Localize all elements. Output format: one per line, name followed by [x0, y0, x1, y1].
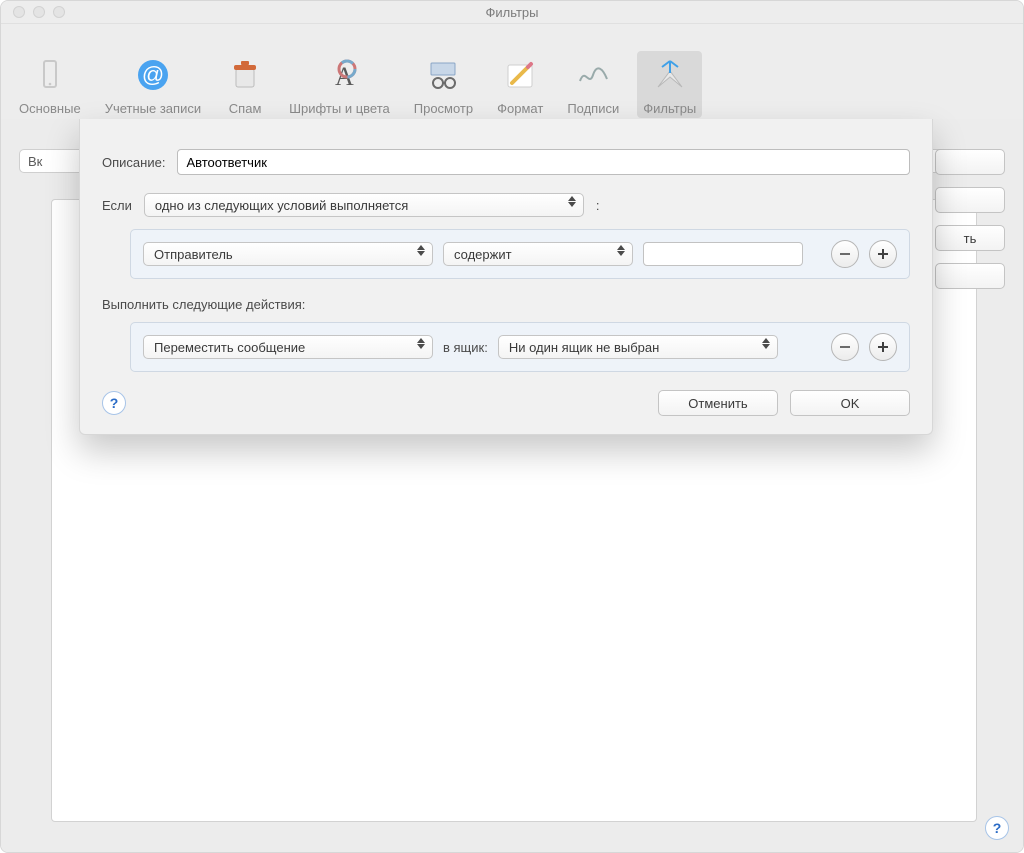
at-sign-icon: @ [133, 55, 173, 95]
toolbar-label: Шрифты и цвета [289, 101, 390, 116]
colon-label: : [596, 198, 600, 213]
cancel-label: Отменить [688, 396, 747, 411]
ok-button[interactable]: OK [790, 390, 910, 416]
iphone-icon [30, 55, 70, 95]
chevron-updown-icon [416, 338, 426, 349]
condition-operator-value: содержит [454, 247, 512, 262]
action-row: Переместить сообщение в ящик: Ни один ящ… [130, 322, 910, 372]
help-icon: ? [993, 820, 1002, 836]
toolbar-label: Подписи [567, 101, 619, 116]
condition-field-value: Отправитель [154, 247, 233, 262]
rule-edit-sheet: Описание: Если одно из следующих условий… [79, 119, 933, 435]
viewing-icon [423, 55, 463, 95]
bg-button-2[interactable] [935, 187, 1005, 213]
toolbar-tab-general[interactable]: Основные [13, 51, 87, 118]
toolbar-label: Формат [497, 101, 543, 116]
toolbar-label: Фильтры [643, 101, 696, 116]
toolbar-label: Спам [229, 101, 262, 116]
signature-icon [573, 55, 613, 95]
window-help-button[interactable]: ? [985, 816, 1009, 840]
toolbar-tab-viewing[interactable]: Просмотр [408, 51, 479, 118]
action-verb-select[interactable]: Переместить сообщение [143, 335, 433, 359]
toolbar-tab-composing[interactable]: Формат [491, 51, 549, 118]
peek-label: ть [964, 231, 977, 246]
peek-label [968, 269, 972, 284]
help-button[interactable]: ? [102, 391, 126, 415]
condition-value-input[interactable] [643, 242, 803, 266]
if-label: Если [102, 198, 132, 213]
minus-icon [839, 341, 851, 353]
cancel-button[interactable]: Отменить [658, 390, 778, 416]
description-input[interactable] [177, 149, 910, 175]
rules-icon [650, 55, 690, 95]
preferences-toolbar: Основные @ Учетные записи Спам A Шрифты … [1, 24, 1023, 125]
chevron-updown-icon [567, 196, 577, 207]
if-row: Если одно из следующих условий выполняет… [102, 193, 910, 217]
remove-action-button[interactable] [831, 333, 859, 361]
window-title: Фильтры [1, 5, 1023, 20]
help-icon: ? [110, 395, 119, 411]
action-verb-value: Переместить сообщение [154, 340, 305, 355]
titlebar: Фильтры [1, 1, 1023, 24]
chevron-updown-icon [761, 338, 771, 349]
description-label: Описание: [102, 155, 165, 170]
add-action-button[interactable] [869, 333, 897, 361]
toolbar-label: Просмотр [414, 101, 473, 116]
remove-condition-button[interactable] [831, 240, 859, 268]
bg-button-4[interactable] [935, 263, 1005, 289]
actions-label: Выполнить следующие действия: [102, 297, 910, 312]
preferences-window: Фильтры Основные @ Учетные записи Спам A [0, 0, 1024, 853]
ok-label: OK [841, 396, 860, 411]
plus-icon [877, 248, 889, 260]
peek-label [968, 193, 972, 208]
compose-icon [500, 55, 540, 95]
toolbar-label: Учетные записи [105, 101, 201, 116]
if-mode-value: одно из следующих условий выполняется [155, 198, 408, 213]
minus-icon [839, 248, 851, 260]
bg-button-1[interactable] [935, 149, 1005, 175]
toolbar-tab-signatures[interactable]: Подписи [561, 51, 625, 118]
description-row: Описание: [102, 149, 910, 175]
toolbar-tab-fonts-colors[interactable]: A Шрифты и цвета [283, 51, 396, 118]
plus-icon [877, 341, 889, 353]
chevron-updown-icon [616, 245, 626, 256]
toolbar-tab-junk[interactable]: Спам [219, 51, 271, 118]
add-condition-button[interactable] [869, 240, 897, 268]
svg-text:@: @ [142, 62, 164, 87]
toolbar-label: Основные [19, 101, 81, 116]
action-mailbox-value: Ни один ящик не выбран [509, 340, 660, 355]
condition-field-select[interactable]: Отправитель [143, 242, 433, 266]
condition-row: Отправитель содержит [130, 229, 910, 279]
chevron-updown-icon [416, 245, 426, 256]
bg-button-3[interactable]: ть [935, 225, 1005, 251]
toolbar-tab-accounts[interactable]: @ Учетные записи [99, 51, 207, 118]
toolbar-tab-rules[interactable]: Фильтры [637, 51, 702, 118]
fonts-colors-icon: A [319, 55, 359, 95]
action-mailbox-select[interactable]: Ни один ящик не выбран [498, 335, 778, 359]
trash-icon [225, 55, 265, 95]
peek-label [968, 155, 972, 170]
into-mailbox-label: в ящик: [443, 340, 488, 355]
condition-operator-select[interactable]: содержит [443, 242, 633, 266]
if-mode-select[interactable]: одно из следующих условий выполняется [144, 193, 584, 217]
sheet-footer: ? Отменить OK [102, 390, 910, 416]
